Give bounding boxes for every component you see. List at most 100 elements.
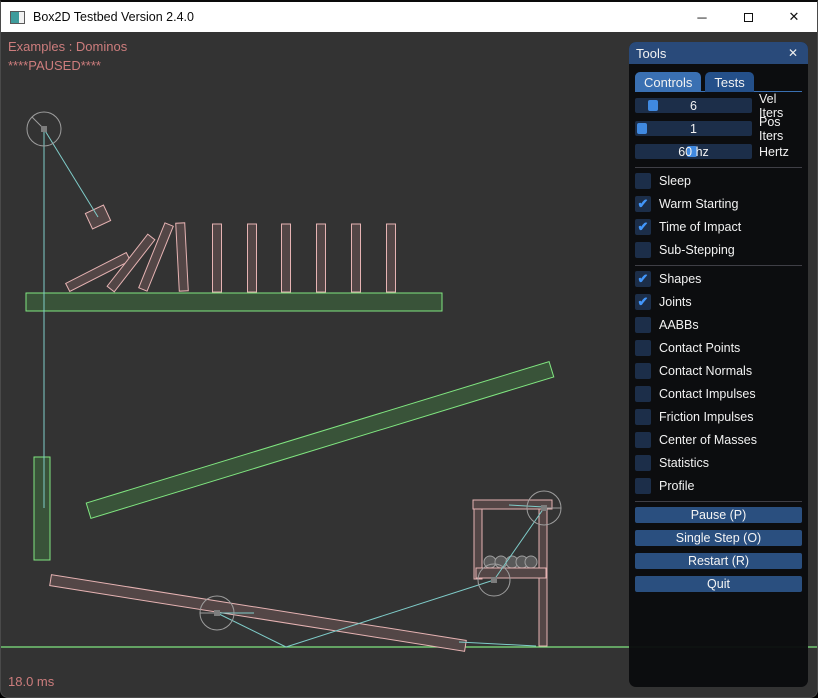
pause-p-button[interactable]: Pause (P) <box>635 507 802 523</box>
frame-time-label: 18.0 ms <box>8 674 54 689</box>
tab-tests[interactable]: Tests <box>705 72 753 92</box>
slider-vel-iters[interactable]: 6Vel Iters <box>635 98 802 113</box>
checkbox-box[interactable]: ✔ <box>635 196 651 212</box>
checkbox-statistics[interactable]: Statistics <box>635 455 802 471</box>
checkbox-label: Warm Starting <box>659 197 738 211</box>
checkbox-contact-points[interactable]: Contact Points <box>635 340 802 356</box>
window-title: Box2D Testbed Version 2.4.0 <box>33 10 679 24</box>
domino-standing-2[interactable] <box>248 224 257 292</box>
checkbox-warm-starting[interactable]: ✔ Warm Starting <box>635 196 802 212</box>
checkbox-label: Shapes <box>659 272 701 286</box>
tools-panel: Tools ✕ Controls Tests 6Vel Iters1Pos It… <box>629 42 808 687</box>
slider-hertz[interactable]: 60 hz Hertz <box>635 144 802 159</box>
vertical-plank <box>34 457 50 560</box>
checkbox-center-of-masses[interactable]: Center of Masses <box>635 432 802 448</box>
checkbox-box[interactable] <box>635 340 651 356</box>
checkbox-box[interactable] <box>635 455 651 471</box>
slider-track[interactable]: 1 <box>635 121 752 136</box>
checkbox-shapes[interactable]: ✔ Shapes <box>635 271 802 287</box>
domino-fallen-3[interactable] <box>139 223 174 291</box>
single-step-o-button[interactable]: Single Step (O) <box>635 530 802 546</box>
domino-tilting[interactable] <box>176 223 189 291</box>
checkbox-sub-stepping[interactable]: Sub-Stepping <box>635 242 802 258</box>
close-icon: ✕ <box>789 9 800 25</box>
frame-shelf[interactable] <box>476 568 546 578</box>
minimize-icon: ─ <box>697 10 706 25</box>
checkbox-label: Sub-Stepping <box>659 243 735 257</box>
example-label: Examples : Dominos <box>8 39 127 54</box>
checkbox-friction-impulses[interactable]: Friction Impulses <box>635 409 802 425</box>
restart-r-button[interactable]: Restart (R) <box>635 553 802 569</box>
close-button[interactable]: ✕ <box>771 2 817 32</box>
checkbox-box[interactable] <box>635 173 651 189</box>
checkbox-box[interactable]: ✔ <box>635 219 651 235</box>
seesaw-plank[interactable] <box>50 575 467 652</box>
checkbox-box[interactable] <box>635 432 651 448</box>
app-window: Box2D Testbed Version 2.4.0 ─ ✕ <box>0 0 818 698</box>
tab-bar: Controls Tests <box>635 72 802 92</box>
separator <box>635 501 802 502</box>
checkbox-box[interactable] <box>635 409 651 425</box>
slider-track[interactable]: 60 hz <box>635 144 752 159</box>
slider-track[interactable]: 6 <box>635 98 752 113</box>
domino-standing-1[interactable] <box>213 224 222 292</box>
checkbox-box[interactable] <box>635 363 651 379</box>
checkbox-box[interactable] <box>635 478 651 494</box>
domino-standing-3[interactable] <box>282 224 291 292</box>
checkbox-box[interactable]: ✔ <box>635 294 651 310</box>
tools-panel-header[interactable]: Tools ✕ <box>629 42 808 64</box>
checkbox-time-of-impact[interactable]: ✔ Time of Impact <box>635 219 802 235</box>
checkbox-box[interactable] <box>635 242 651 258</box>
domino-standing-6[interactable] <box>387 224 396 292</box>
checkbox-box[interactable] <box>635 386 651 402</box>
title-bar[interactable]: Box2D Testbed Version 2.4.0 ─ ✕ <box>1 2 817 32</box>
checkbox-label: Statistics <box>659 456 709 470</box>
quit-button[interactable]: Quit <box>635 576 802 592</box>
slider-pos-iters[interactable]: 1Pos Iters <box>635 121 802 136</box>
maximize-icon <box>744 13 753 22</box>
slider-section: 6Vel Iters1Pos Iters60 hzHertz <box>635 98 802 159</box>
draw-checkbox-group: ✔ Shapes ✔ Joints AABBs Contact Points Contact… <box>635 271 802 494</box>
app-icon <box>10 11 25 24</box>
simulation-checkbox-group: Sleep ✔ Warm Starting ✔ Time of Impact Sub-St… <box>635 173 802 258</box>
checkbox-label: Friction Impulses <box>659 410 753 424</box>
checkbox-contact-normals[interactable]: Contact Normals <box>635 363 802 379</box>
checkbox-label: Joints <box>659 295 692 309</box>
checkbox-joints[interactable]: ✔ Joints <box>635 294 802 310</box>
checkbox-box[interactable]: ✔ <box>635 271 651 287</box>
paused-label: ****PAUSED**** <box>8 58 101 73</box>
tools-close-icon: ✕ <box>788 46 798 60</box>
frame-top-beam[interactable] <box>473 500 552 509</box>
checkbox-box[interactable] <box>635 317 651 333</box>
domino-platform <box>26 293 442 311</box>
domino-standing-5[interactable] <box>352 224 361 292</box>
checkbox-label: Contact Normals <box>659 364 752 378</box>
checkbox-label: Profile <box>659 479 694 493</box>
tools-close-button[interactable]: ✕ <box>785 45 801 61</box>
tab-controls[interactable]: Controls <box>635 72 701 92</box>
ball-2[interactable] <box>495 556 507 568</box>
checkbox-label: Sleep <box>659 174 691 188</box>
checkbox-label: Time of Impact <box>659 220 741 234</box>
separator <box>635 265 802 266</box>
checkbox-label: Contact Points <box>659 341 740 355</box>
slider-label: Pos Iters <box>759 115 802 143</box>
diagonal-plank <box>86 362 554 519</box>
checkbox-label: AABBs <box>659 318 699 332</box>
checkbox-contact-impulses[interactable]: Contact Impulses <box>635 386 802 402</box>
checkbox-label: Contact Impulses <box>659 387 756 401</box>
checkbox-label: Center of Masses <box>659 433 757 447</box>
domino-standing-4[interactable] <box>317 224 326 292</box>
slider-value: 1 <box>635 121 752 136</box>
minimize-button[interactable]: ─ <box>679 2 725 32</box>
slider-value: 60 hz <box>635 144 752 159</box>
separator <box>635 167 802 168</box>
checkbox-aabbs[interactable]: AABBs <box>635 317 802 333</box>
ball-5[interactable] <box>525 556 537 568</box>
slider-value: 6 <box>635 98 752 113</box>
checkbox-profile[interactable]: Profile <box>635 478 802 494</box>
maximize-button[interactable] <box>725 2 771 32</box>
slider-label: Hertz <box>759 145 789 159</box>
checkbox-sleep[interactable]: Sleep <box>635 173 802 189</box>
tools-panel-title: Tools <box>636 46 785 61</box>
